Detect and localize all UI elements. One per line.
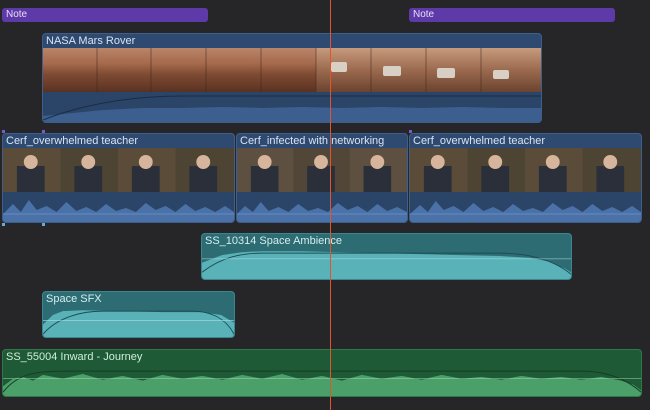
edit-point-marker bbox=[42, 223, 45, 226]
timeline-note-1[interactable]: Note bbox=[2, 8, 208, 22]
clip-cerf-overwhelmed-teacher-2[interactable]: Cerf_overwhelmed teacher bbox=[409, 133, 642, 223]
clip-nasa-mars-rover[interactable]: NASA Mars Rover bbox=[42, 33, 542, 123]
timeline-note-2[interactable]: Note bbox=[409, 8, 615, 22]
playhead[interactable] bbox=[330, 0, 331, 410]
clip-title: Cerf_overwhelmed teacher bbox=[6, 135, 139, 147]
filmstrip bbox=[43, 48, 541, 92]
note-label: Note bbox=[413, 9, 435, 20]
clip-inward-journey[interactable]: SS_55004 Inward - Journey bbox=[2, 349, 642, 397]
clip-title: NASA Mars Rover bbox=[46, 35, 136, 47]
audio-waveform bbox=[3, 370, 641, 396]
edit-point-marker bbox=[2, 223, 5, 226]
clip-title: Cerf_infected with networking bbox=[240, 135, 385, 147]
clip-title: Cerf_overwhelmed teacher bbox=[413, 135, 546, 147]
note-label: Note bbox=[6, 9, 28, 20]
filmstrip bbox=[410, 148, 641, 192]
edit-point-marker bbox=[2, 130, 5, 133]
audio-waveform bbox=[43, 310, 234, 337]
edit-point-marker bbox=[409, 130, 412, 133]
filmstrip bbox=[237, 148, 407, 192]
audio-waveform bbox=[202, 251, 571, 279]
audio-waveform bbox=[43, 92, 541, 122]
clip-space-sfx[interactable]: Space SFX bbox=[42, 291, 235, 338]
filmstrip bbox=[3, 148, 234, 192]
clip-cerf-overwhelmed-teacher-1[interactable]: Cerf_overwhelmed teacher bbox=[2, 133, 235, 223]
clip-cerf-infected-with-networking[interactable]: Cerf_infected with networking bbox=[236, 133, 408, 223]
audio-waveform bbox=[410, 192, 641, 222]
timeline[interactable]: Note Note NASA Mars Rover Cerf_overwhelm… bbox=[0, 0, 650, 410]
audio-waveform bbox=[3, 192, 234, 222]
clip-space-ambience[interactable]: SS_10314 Space Ambience bbox=[201, 233, 572, 280]
audio-waveform bbox=[237, 192, 407, 222]
edit-point-marker bbox=[42, 130, 45, 133]
